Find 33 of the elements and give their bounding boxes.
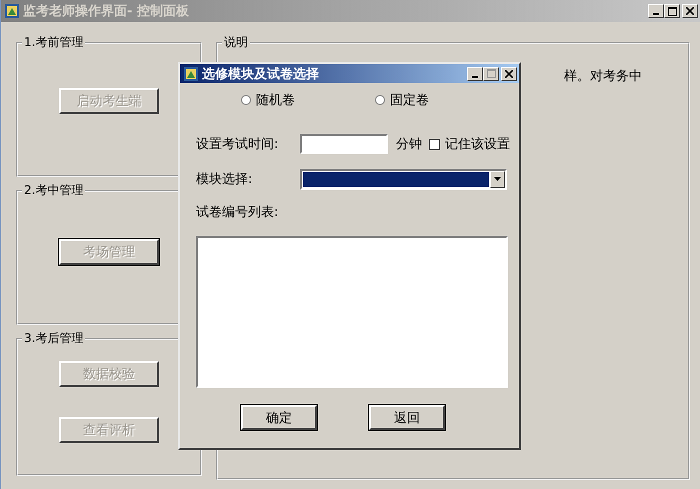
close-icon xyxy=(505,70,513,78)
checkbox[interactable] xyxy=(429,138,440,150)
maximize-icon xyxy=(486,69,496,78)
group-title: 1.考前管理 xyxy=(23,34,84,51)
field-label: 模块选择: xyxy=(196,171,254,188)
dropdown-arrow-icon xyxy=(494,177,501,181)
minimize-icon xyxy=(472,76,478,78)
group-title: 3.考后管理 xyxy=(23,330,84,347)
window-title: 监考老师操作界面- 控制面板 xyxy=(23,3,189,20)
description-text: 样。对考务中 xyxy=(564,68,643,85)
radio-button[interactable] xyxy=(375,95,385,105)
minimize-icon xyxy=(653,13,659,15)
dialog-button[interactable]: 确定 xyxy=(241,405,317,430)
maximize-icon xyxy=(668,6,676,16)
group-title: 说明 xyxy=(223,34,249,51)
dialog-button[interactable]: 返回 xyxy=(369,405,445,430)
unit-label: 分钟 xyxy=(396,136,422,153)
dialog-title: 选修模块及试卷选择 xyxy=(202,66,319,82)
app-icon xyxy=(183,66,199,82)
minimize-button[interactable] xyxy=(467,66,483,80)
field-label: 设置考试时间: xyxy=(196,136,280,153)
close-button[interactable] xyxy=(501,66,517,80)
radio-label[interactable]: 固定卷 xyxy=(390,91,429,109)
time-input-field[interactable] xyxy=(300,134,388,154)
app-icon xyxy=(4,3,20,19)
close-icon xyxy=(686,7,694,15)
maximize-button[interactable] xyxy=(483,66,499,80)
group-title: 2.考中管理 xyxy=(23,182,84,199)
checkbox-label[interactable]: 记住该设置 xyxy=(445,135,510,153)
radio-label[interactable]: 随机卷 xyxy=(256,91,295,109)
module-dropdown[interactable] xyxy=(300,168,507,190)
radio-button[interactable] xyxy=(241,95,251,105)
field-label: 试卷编号列表: xyxy=(196,204,280,221)
